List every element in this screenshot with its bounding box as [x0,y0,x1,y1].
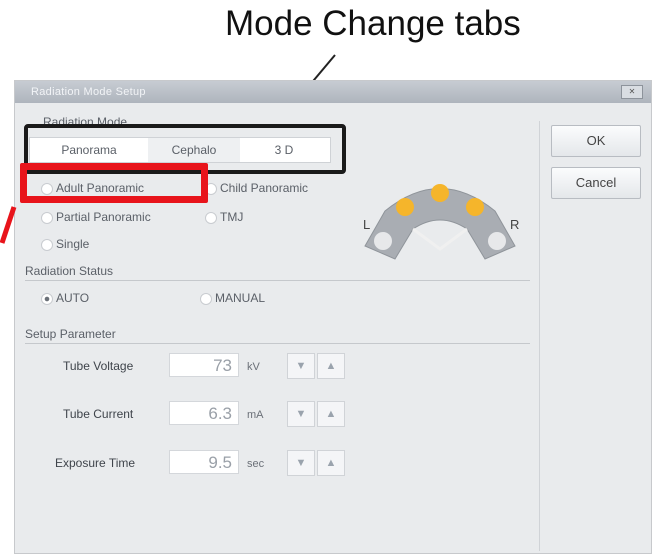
group-divider [25,343,530,344]
increase-button[interactable]: ▲ [317,353,345,379]
radio-label: MANUAL [215,291,266,305]
radio-child-panoramic[interactable]: Child Panoramic [205,181,308,195]
group-divider [25,280,530,281]
param-unit: sec [247,458,265,470]
dialog-title: Radiation Mode Setup [31,86,146,98]
radio-partial-panoramic[interactable]: Partial Panoramic [41,210,151,224]
decrease-button[interactable]: ▼ [287,353,315,379]
radio-manual[interactable]: MANUAL [200,291,265,305]
radio-auto[interactable]: AUTO [41,291,89,305]
tube-current-field[interactable]: 6.3 [169,401,239,425]
arch-right-label: R [510,217,520,232]
red-pointer-icon [0,206,17,244]
radio-dot-icon [200,292,212,305]
dental-arch-diagram [364,184,516,260]
radio-label: Partial Panoramic [56,210,151,224]
arch-left-label: L [363,217,371,232]
radio-label: Single [56,237,90,251]
increase-button[interactable]: ▲ [317,450,345,476]
radio-label: Child Panoramic [220,181,309,195]
sensor-left [396,198,414,216]
adult-panoramic-highlight-box [20,163,208,203]
sensor-right-inactive [488,232,506,250]
radio-tmj[interactable]: TMJ [205,210,243,224]
radiation-status-label: Radiation Status [25,264,114,278]
param-label: Tube Current [63,407,134,421]
decrease-button[interactable]: ▼ [287,401,315,427]
decrease-button[interactable]: ▼ [287,450,315,476]
dialog-titlebar: Radiation Mode Setup ✕ [15,81,651,103]
ok-button[interactable]: OK [551,125,641,157]
param-unit: mA [247,409,264,421]
radio-label: AUTO [56,291,90,305]
sensor-left-inactive [374,232,392,250]
cancel-button[interactable]: Cancel [551,167,641,199]
tube-voltage-field[interactable]: 73 [169,353,239,377]
param-label: Tube Voltage [63,359,134,373]
radio-dot-icon [41,211,53,224]
sensor-right [466,198,484,216]
radio-dot-icon [41,292,53,305]
radio-label: TMJ [220,210,244,224]
radio-single[interactable]: Single [41,237,89,251]
sensor-center [431,184,449,202]
setup-parameter-label: Setup Parameter [25,327,116,341]
exposure-time-field[interactable]: 9.5 [169,450,239,474]
param-unit: kV [247,361,260,373]
radio-dot-icon [41,238,53,251]
increase-button[interactable]: ▲ [317,401,345,427]
close-icon[interactable]: ✕ [621,85,643,99]
param-label: Exposure Time [55,456,136,470]
radio-dot-icon [205,211,217,224]
